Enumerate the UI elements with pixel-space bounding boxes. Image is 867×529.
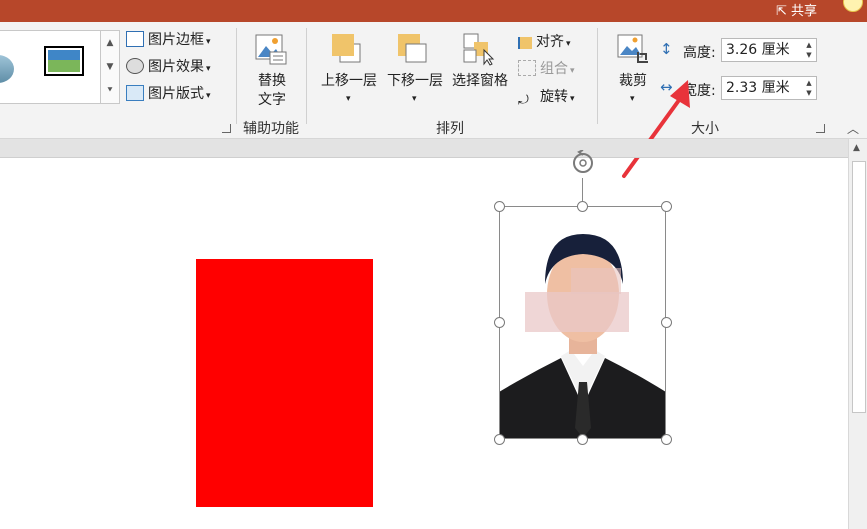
layout-icon (126, 85, 144, 101)
rotation-connector (582, 178, 583, 202)
picture-effects-button[interactable]: 图片效果 ▾ (126, 55, 211, 79)
resize-handle-top-left[interactable] (494, 201, 505, 212)
rotate-handle-icon[interactable] (570, 150, 596, 176)
bring-forward-label: 上移一层 (321, 73, 377, 89)
rotate-objects-icon: ⤾ (518, 93, 529, 108)
selection-pane-label: 选择窗格 (452, 73, 508, 89)
gallery-down-icon[interactable]: ▼ (101, 55, 119, 79)
style-thumbnail-frame[interactable] (44, 46, 84, 76)
height-icon: ↕ (660, 40, 673, 58)
red-rectangle-shape[interactable] (196, 259, 373, 507)
share-button[interactable]: ⇱ 共享 (776, 0, 817, 19)
ribbon-separator (236, 28, 237, 124)
height-label: 高度: (683, 45, 716, 61)
resize-handle-bottom[interactable] (577, 434, 588, 445)
collapse-ribbon-icon[interactable]: ︿ (847, 120, 859, 137)
width-field[interactable]: 2.33 厘米 ▲ ▼ (721, 76, 817, 100)
group-label-accessibility: 辅助功能 (243, 121, 299, 137)
scroll-up-icon[interactable]: ▲ (853, 143, 860, 153)
gallery-more-icon[interactable]: ⯆ (101, 79, 119, 103)
effects-icon (126, 58, 144, 74)
gallery-scroll[interactable]: ▲ ▼ ⯆ (100, 30, 120, 104)
chevron-down-icon: ▾ (206, 37, 211, 47)
bring-forward-button[interactable]: 上移一层 ▾ (316, 28, 382, 118)
picture-styles-launcher-icon[interactable] (222, 124, 231, 133)
resize-handle-right[interactable] (661, 317, 672, 328)
selection-pane-button[interactable]: 选择窗格 (448, 28, 512, 89)
send-backward-icon (398, 34, 427, 63)
group-label-arrange: 排列 (436, 121, 464, 137)
picture-layout-button[interactable]: 图片版式 ▾ (126, 82, 211, 106)
rotate-button[interactable]: ⤾ 旋转 ▾ (518, 85, 575, 109)
group-button[interactable]: 组合 ▾ (518, 57, 575, 81)
annotation-arrow (622, 80, 690, 178)
selection-bounding-box (499, 206, 666, 439)
picture-border-button[interactable]: 图片边框 ▾ (126, 28, 211, 52)
alt-text-label-2: 文字 (258, 92, 286, 108)
height-spinner[interactable]: ▲ ▼ (804, 40, 814, 60)
chevron-down-icon: ▾ (570, 66, 575, 76)
width-spinner[interactable]: ▲ ▼ (804, 78, 814, 98)
send-backward-button[interactable]: 下移一层 ▾ (382, 28, 448, 118)
align-icon (518, 37, 532, 49)
selection-pane-icon (463, 33, 495, 66)
chevron-down-icon: ▾ (346, 94, 351, 104)
chevron-down-icon: ▾ (570, 94, 575, 104)
alt-text-icon (255, 34, 287, 65)
send-backward-label: 下移一层 (387, 73, 443, 89)
chevron-down-icon: ▾ (412, 94, 417, 104)
resize-handle-bottom-left[interactable] (494, 434, 505, 445)
gallery-up-icon[interactable]: ▲ (101, 31, 119, 55)
resize-handle-top[interactable] (577, 201, 588, 212)
chevron-down-icon: ▾ (566, 39, 571, 49)
chevron-down-icon: ▾ (206, 91, 211, 101)
resize-handle-left[interactable] (494, 317, 505, 328)
resize-handle-bottom-right[interactable] (661, 434, 672, 445)
resize-handle-top-right[interactable] (661, 201, 672, 212)
group-objects-icon (518, 60, 536, 76)
alt-text-button[interactable]: 替换 文字 (242, 28, 302, 118)
size-launcher-icon[interactable] (816, 124, 825, 133)
scrollbar-thumb[interactable] (852, 161, 866, 413)
align-button[interactable]: 对齐 ▾ (518, 30, 571, 54)
ribbon-separator (597, 28, 598, 124)
alt-text-label: 替换 (258, 73, 286, 89)
title-bar (0, 0, 867, 22)
bring-forward-icon (332, 34, 361, 63)
ribbon-separator (306, 28, 307, 124)
slide-header-bar (0, 139, 867, 158)
chevron-down-icon: ▾ (206, 64, 211, 74)
crop-icon (617, 34, 648, 63)
pen-border-icon (126, 31, 144, 47)
vertical-scrollbar[interactable]: ▲ (848, 139, 867, 529)
height-field[interactable]: 3.26 厘米 ▲ ▼ (721, 38, 817, 62)
share-icon: ⇱ (775, 4, 791, 19)
